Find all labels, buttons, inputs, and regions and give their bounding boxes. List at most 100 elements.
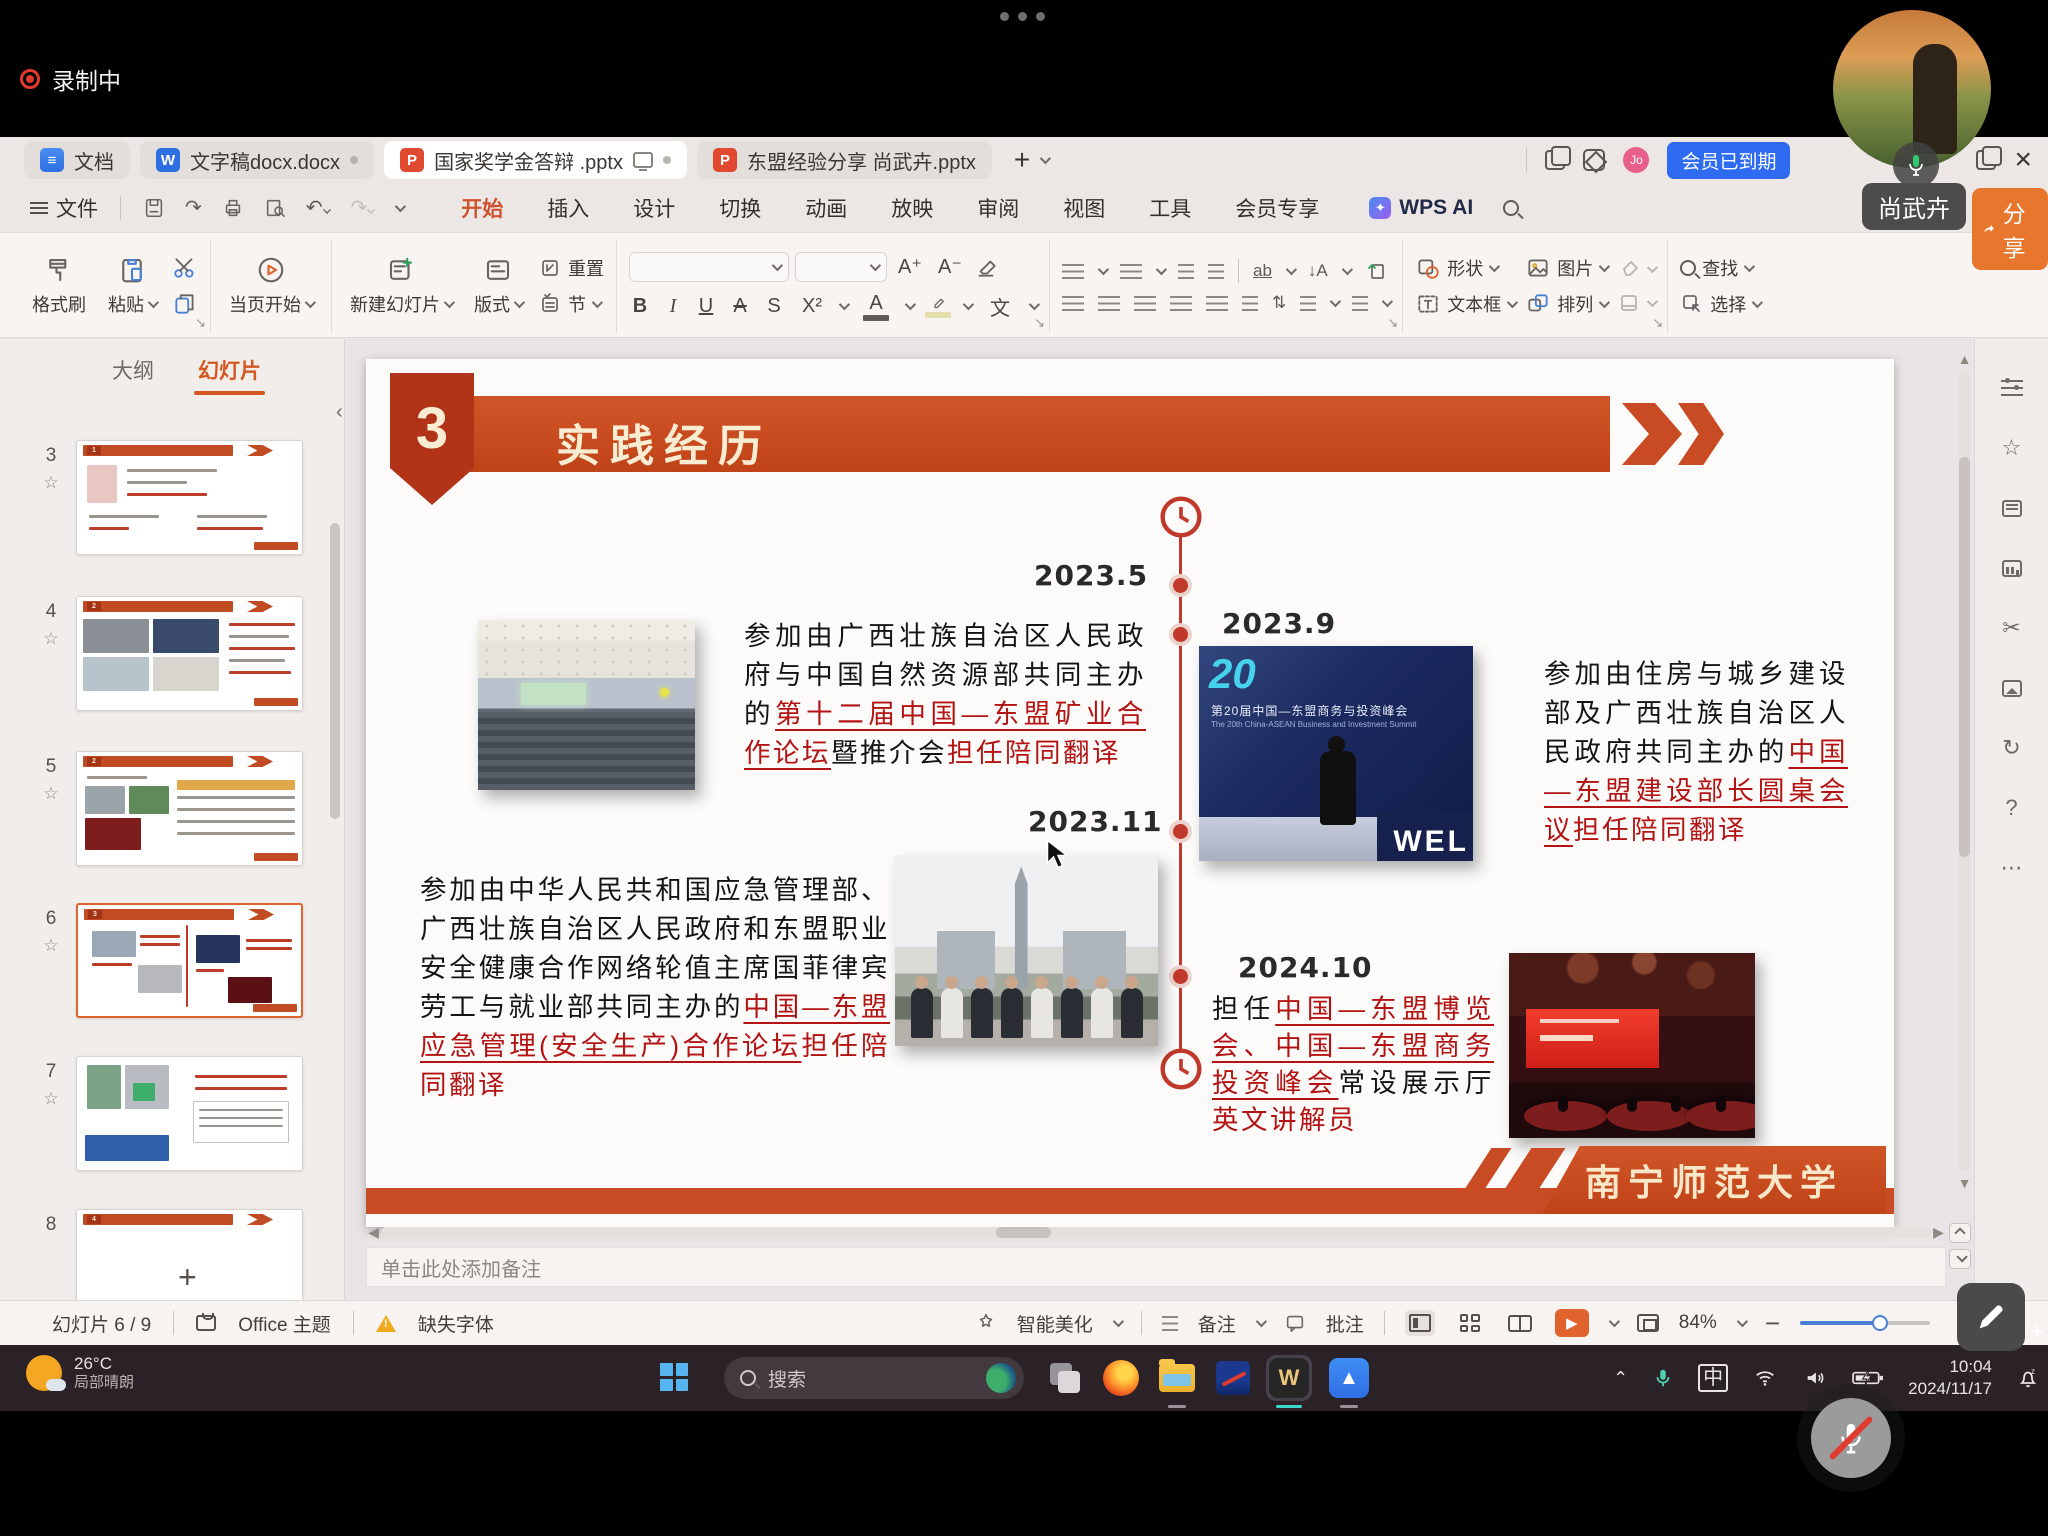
comments-button[interactable]: 批注 [1326,1310,1364,1337]
shapes-button[interactable]: 形状 [1415,255,1515,281]
zoom-chevron-icon[interactable] [1737,1316,1748,1327]
select-button[interactable]: 选择 [1680,291,1760,317]
group-expand-icon[interactable]: ↘ [1034,315,1045,331]
menu-tab-tools[interactable]: 工具 [1147,187,1193,229]
timeline-text-2024-10[interactable]: 担任中国—东盟博览会、中国—东盟商务投资峰会常设展示厅英文讲解员 [1212,991,1494,1139]
text-shadow-button[interactable]: S [763,295,785,318]
favorites-star-icon[interactable]: ☆ [1997,433,2027,463]
annotation-add-icon[interactable]: + [2030,1318,2044,1346]
star-icon[interactable]: ☆ [36,473,66,493]
background-button[interactable] [1617,291,1655,315]
timeline-text-2023-5[interactable]: 参加由广西壮族自治区人民政府与中国自然资源部共同主办的第十二届中国—东盟矿业合作… [744,617,1146,773]
menu-tab-animation[interactable]: 动画 [803,187,849,229]
collapse-panel-icon[interactable]: ‹ [336,401,343,424]
tab-pptx-2[interactable]: P 东盟经验分享 尚武卉.pptx [697,141,992,179]
decrease-indent-icon[interactable] [1178,264,1194,279]
copy-icon[interactable] [172,291,198,317]
group-expand-icon[interactable]: ↘ [195,315,206,331]
convert-doc-icon[interactable] [1364,259,1388,283]
format-painter-button[interactable]: 格式刷 [26,255,92,317]
close-window-button[interactable]: × [2014,150,2032,170]
bold-button[interactable]: B [629,295,651,318]
tray-mic-icon[interactable] [1652,1367,1674,1389]
textbox-button[interactable]: 文本框 [1415,291,1515,317]
taskbar-search[interactable]: 搜索 [724,1357,1024,1399]
notification-bell-icon[interactable]: z [2016,1366,2040,1390]
group-expand-icon[interactable]: ↘ [1387,315,1398,331]
slide-thumbnail-6-selected[interactable]: 3 [76,903,303,1018]
wps-office-icon[interactable]: W [1266,1355,1312,1401]
previous-slide-button[interactable] [1949,1223,1971,1243]
highlight-chevron-icon[interactable] [963,299,974,310]
menu-tab-design[interactable]: 设计 [631,187,677,229]
photo-summit-backdrop[interactable]: 20 第20届中国—东盟商务与投资峰会 The 20th China-ASEAN… [1199,646,1473,861]
restore-window-button[interactable] [1976,150,1996,170]
reset-button[interactable]: 重置 [538,255,604,281]
object-properties-icon[interactable] [1997,373,2027,403]
clip-tool-icon[interactable]: ✂ [1997,613,2027,643]
next-slide-button[interactable] [1949,1249,1971,1269]
menu-tab-transition[interactable]: 切换 [717,187,763,229]
multi-window-icon[interactable] [1545,150,1565,170]
strikethrough-button[interactable]: A [729,295,751,318]
align-center-icon[interactable] [1098,296,1120,311]
numbered-list-icon[interactable] [1120,264,1142,279]
bullet-list-icon[interactable] [1062,264,1084,279]
font-size-select[interactable] [795,252,887,282]
slide-thumbnail-4[interactable]: 2 [76,596,303,711]
font-color-button[interactable]: A [859,292,893,321]
notes-placeholder[interactable]: 单击此处添加备注 [366,1247,1946,1287]
tab-pptx-active[interactable]: P 国家奖学金答辩 .pptx [384,141,687,179]
superscript-button[interactable]: X² [797,295,827,318]
photo-banquet[interactable] [1509,953,1755,1138]
text-direction-icon[interactable]: ab [1253,261,1272,281]
zoom-out-button[interactable]: − [1765,1308,1780,1339]
zoom-slider[interactable] [1800,1321,1930,1325]
arrange-button[interactable]: 排列 [1525,291,1607,317]
ime-indicator[interactable]: 中 [1698,1364,1728,1392]
align-right-icon[interactable] [1134,296,1156,311]
tray-expand-chevron-icon[interactable]: ⌃ [1613,1368,1628,1389]
new-tab-button[interactable]: + [1014,144,1030,176]
slideshow-play-button[interactable]: ▶ [1555,1309,1589,1337]
save-icon[interactable] [143,197,165,219]
menu-tab-review[interactable]: 审阅 [975,187,1021,229]
vertical-scrollbar[interactable]: ▲ ▼ [1957,347,1972,1217]
chart-tool-icon[interactable] [1997,553,2027,583]
slide-editor[interactable]: 实践经历 3 2023.5 2023.9 2023.11 2024.10 [366,359,1894,1227]
star-icon[interactable]: ☆ [36,629,66,649]
undo-icon[interactable]: ↶ [306,195,331,220]
photo-group-outdoor[interactable] [895,855,1158,1046]
image-tool-icon[interactable] [1997,673,2027,703]
start-from-page-button[interactable]: 当页开始 [223,255,319,317]
new-slide-button[interactable]: 新建幻灯片 [344,255,458,317]
italic-button[interactable]: I [663,295,683,318]
star-icon[interactable]: ☆ [36,784,66,804]
menu-tab-insert[interactable]: 插入 [545,187,591,229]
search-commands-icon[interactable] [1503,200,1519,216]
photo-mining-forum[interactable] [478,620,695,790]
more-tools-icon[interactable]: ⋯ [1997,853,2027,883]
menu-tab-view[interactable]: 视图 [1061,187,1107,229]
volume-icon[interactable] [1802,1367,1828,1389]
fit-slide-button[interactable] [1637,1314,1659,1332]
missing-font-label[interactable]: 缺失字体 [418,1310,494,1337]
cut-icon[interactable] [172,255,198,281]
mic-muted-overlay-button[interactable] [1797,1384,1905,1492]
stocks-app-icon[interactable] [1210,1355,1256,1401]
tab-home[interactable]: ≡ 文档 [24,141,130,179]
taskbar-clock[interactable]: 10:04 2024/11/17 [1908,1356,1992,1400]
font-color-chevron-icon[interactable] [905,299,916,310]
justify-icon[interactable] [1170,296,1192,311]
meeting-toolbar-handle[interactable] [1000,12,1045,21]
columns-icon[interactable] [1242,296,1258,311]
taskbar-weather[interactable]: 26°C 局部晴朗 [26,1353,134,1393]
slide-thumbnail-5[interactable]: 2 [76,751,303,866]
highlight-button[interactable] [925,294,951,318]
find-button[interactable]: 查找 [1680,255,1760,281]
slide-thumbnail-3[interactable]: 1 [76,440,303,555]
menu-tab-slideshow[interactable]: 放映 [889,187,935,229]
paste-button[interactable]: 粘贴 [102,255,162,317]
clear-format-icon[interactable] [973,254,999,280]
pinyin-chevron-icon[interactable] [1029,299,1040,310]
